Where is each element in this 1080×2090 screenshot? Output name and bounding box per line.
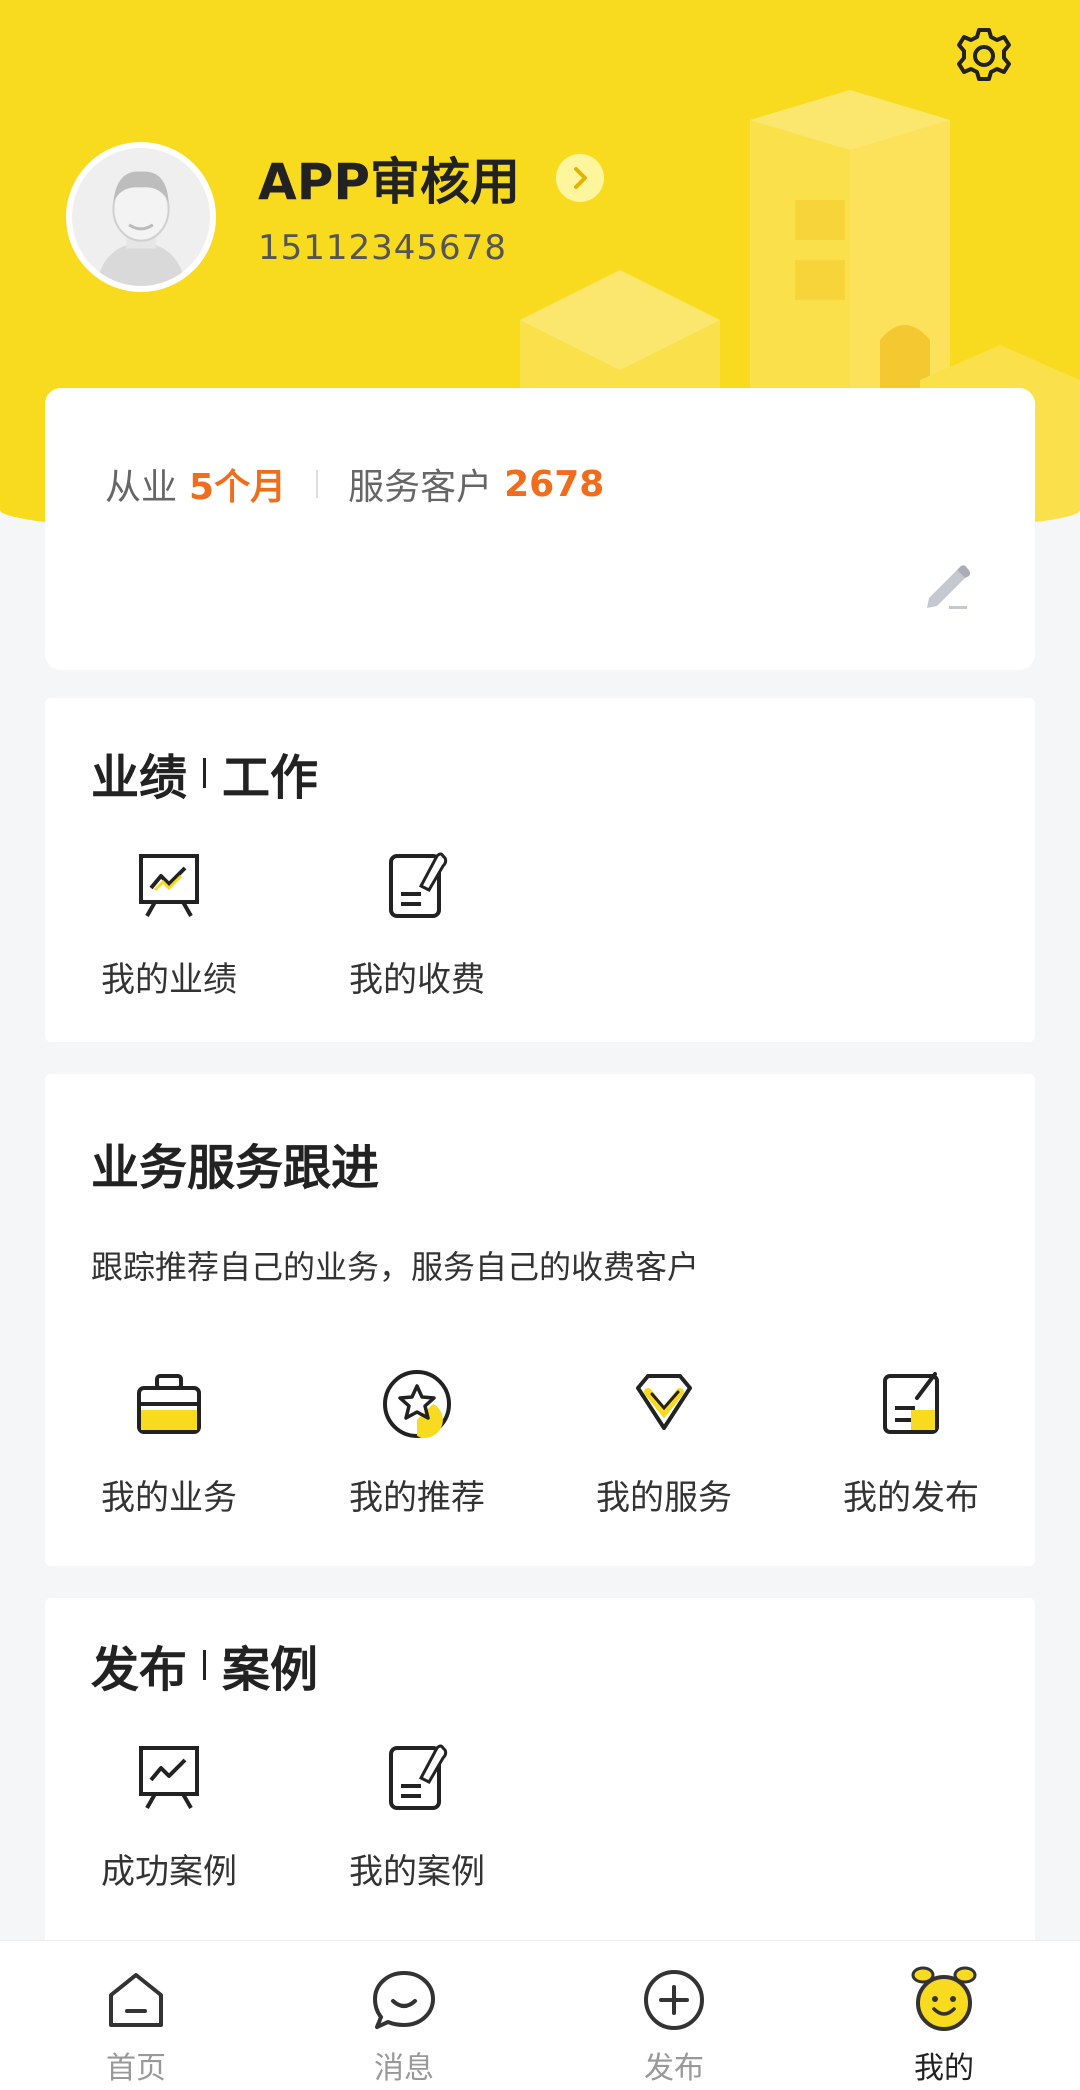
title-separator [203,758,207,788]
star-badge-icon [383,1370,451,1438]
stats-divider [316,470,319,498]
tile-label: 我的业绩 [101,960,237,1000]
document-edit-icon [389,852,448,918]
section-title: 业绩 工作 [91,738,318,808]
title-part-b: 案例 [222,1642,319,1698]
stats-row: 从业 5个月 服务客户 2678 [105,458,604,510]
title-separator [203,1650,207,1680]
avatar[interactable] [66,142,216,292]
plus-circle-icon [644,1970,704,2030]
chart-board-icon [139,1746,199,1809]
tab-label: 消息 [374,2051,434,2086]
performance-card: 业绩 工作 我的业绩 我的收费 [45,698,1035,1042]
tile-label: 我的服务 [596,1478,732,1518]
clients-value: 2678 [504,463,605,505]
section-title: 业务服务跟进 [91,1140,380,1196]
tile-success-cases[interactable]: 成功案例 [69,1738,269,1893]
tab-label: 首页 [106,2051,166,2086]
briefcase-icon [137,1374,201,1434]
cases-card: 发布 案例 成功案例 我的案例 [45,1598,1035,1940]
tenure-label: 从业 [105,467,178,508]
tile-my-business[interactable]: 我的业务 [69,1364,269,1519]
chart-board-icon [139,854,199,917]
user-name: APP审核用 [258,153,520,211]
tenure-value: 5个月 [189,467,287,508]
bottom-tabbar: 首页 消息 发布 我的 [0,1940,1080,2090]
tile-my-recommend[interactable]: 我的推荐 [317,1364,517,1519]
chat-icon [373,1971,435,2029]
title-part-a: 业绩 [91,750,188,806]
publish-edit-icon [883,1372,939,1434]
tile-label: 我的发布 [843,1478,979,1518]
tile-label: 我的业务 [101,1478,237,1518]
tile-label: 我的收费 [349,960,485,1000]
clients-label: 服务客户 [348,467,493,508]
tab-home[interactable]: 首页 [56,1965,216,2087]
smiley-icon [911,1966,977,2031]
section-subtitle: 跟踪推荐自己的业务，服务自己的收费客户 [91,1248,700,1286]
chevron-right-icon[interactable] [556,154,604,202]
tab-label: 发布 [644,2051,704,2086]
service-card: 业务服务跟进 跟踪推荐自己的业务，服务自己的收费客户 我的业务 我的推荐 我的服… [45,1074,1035,1566]
tile-my-publish[interactable]: 我的发布 [811,1364,1011,1519]
section-title: 发布 案例 [91,1630,318,1700]
tile-my-fees[interactable]: 我的收费 [317,846,517,1001]
pencil-icon[interactable] [919,556,975,612]
tab-publish[interactable]: 发布 [594,1965,754,2087]
tile-my-service[interactable]: 我的服务 [564,1364,764,1519]
tab-messages[interactable]: 消息 [324,1965,484,2087]
title-part-b: 工作 [222,750,319,806]
tile-label: 我的案例 [349,1852,485,1892]
tile-label: 成功案例 [101,1852,237,1892]
user-phone: 15112345678 [258,228,507,268]
tab-label: 我的 [914,2051,974,2086]
settings-icon[interactable] [952,24,1016,88]
tab-mine[interactable]: 我的 [864,1965,1024,2087]
diamond-check-icon [636,1374,692,1430]
home-icon [109,1973,163,2027]
tile-my-cases[interactable]: 我的案例 [317,1738,517,1893]
document-edit-icon [389,1744,448,1810]
title-part-a: 发布 [91,1642,188,1698]
tile-label: 我的推荐 [349,1478,485,1518]
stats-card: 从业 5个月 服务客户 2678 [45,388,1035,670]
user-avatar-icon [72,148,210,286]
tile-my-performance[interactable]: 我的业绩 [69,846,269,1001]
